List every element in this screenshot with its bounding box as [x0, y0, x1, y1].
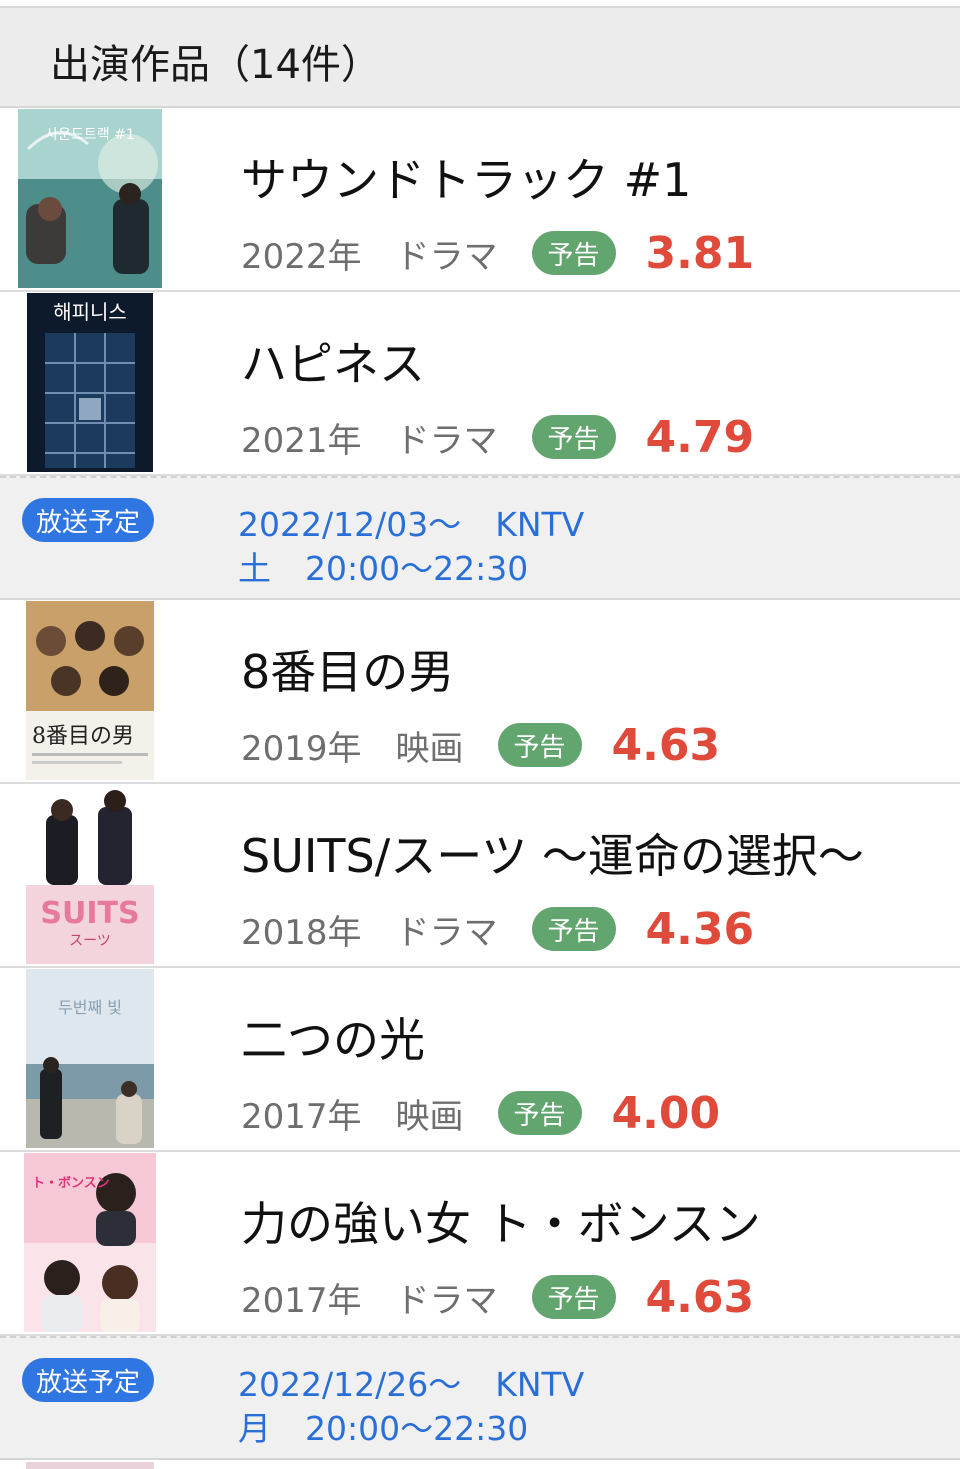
- broadcast-date-channel[interactable]: 2022/12/03〜 KNTV: [238, 498, 584, 546]
- work-rating: 4.63: [611, 719, 721, 771]
- work-title[interactable]: 力の強い女 ト・ボンスン: [241, 1188, 761, 1254]
- poster-8th-man[interactable]: 8番目の男: [26, 601, 154, 780]
- work-meta: 2017年 映画 予告 4.00: [241, 1087, 721, 1139]
- broadcast-day: 土: [238, 549, 271, 588]
- work-row-two-lights[interactable]: 두번째 빛 二つの光 2017年 映画 予告 4.00: [0, 968, 960, 1152]
- work-row-suits[interactable]: SUITS スーツ SUITS/スーツ ～運命の選択～ 2018年 ドラマ 予告…: [0, 784, 960, 968]
- poster-text: 두번째 빛: [58, 998, 122, 1017]
- section-header: 出演作品（14件）: [0, 8, 960, 108]
- work-meta: 2018年 ドラマ 予告 4.36: [241, 903, 755, 955]
- broadcast-badge: 放送予定: [22, 498, 155, 542]
- poster-text: 8番目の男: [32, 724, 134, 749]
- poster-happiness[interactable]: 해피니스: [27, 293, 153, 472]
- work-rating: 4.63: [645, 1271, 755, 1323]
- work-row-bong-soon[interactable]: ト・ボンスン 力の強い女 ト・ボンスン 2017年 ドラマ 予告 4.63: [0, 1152, 960, 1336]
- poster-text: ト・ボンスン: [32, 1175, 110, 1191]
- poster-text: スーツ: [69, 933, 111, 949]
- top-strip: [0, 0, 960, 8]
- trailer-button[interactable]: 予告: [531, 231, 616, 275]
- work-row-8th-man[interactable]: 8番目の男 8番目の男 2019年 映画 予告 4.63: [0, 600, 960, 784]
- poster-two-lights[interactable]: 두번째 빛: [26, 969, 154, 1148]
- work-title[interactable]: 二つの光: [241, 1004, 425, 1070]
- work-rating: 4.00: [611, 1087, 721, 1139]
- broadcast-schedule[interactable]: 土 20:00〜22:30: [238, 542, 528, 590]
- broadcast-time: 20:00〜22:30: [305, 1409, 529, 1448]
- work-genre: ドラマ: [395, 420, 498, 461]
- work-title[interactable]: SUITS/スーツ ～運命の選択～: [241, 820, 864, 886]
- work-year: 2017年: [241, 1280, 362, 1321]
- broadcast-badge: 放送予定: [22, 1358, 155, 1402]
- broadcast-day: 月: [238, 1409, 271, 1448]
- broadcast-date-channel[interactable]: 2022/12/26〜 KNTV: [238, 1358, 584, 1406]
- poster-text: SUITS: [40, 896, 139, 931]
- work-rating: 3.81: [645, 227, 755, 279]
- work-year: 2018年: [241, 912, 362, 953]
- work-row-happiness[interactable]: 해피니스 ハピネス 2021年 ドラマ 予告 4.79: [0, 292, 960, 476]
- trailer-button[interactable]: 予告: [497, 723, 582, 767]
- broadcast-info: 放送予定 2022/12/03〜 KNTV 土 20:00〜22:30: [0, 476, 960, 600]
- poster-text: 해피니스: [53, 300, 127, 324]
- poster-bong-soon[interactable]: ト・ボンスン: [24, 1153, 156, 1332]
- broadcast-start: 2022/12/26〜: [238, 1365, 462, 1404]
- work-year: 2017年: [241, 1096, 362, 1137]
- work-genre: 映画: [395, 728, 464, 769]
- work-rating: 4.36: [645, 903, 755, 955]
- work-genre: ドラマ: [395, 1280, 498, 1321]
- broadcast-channel: KNTV: [495, 1365, 585, 1404]
- work-genre: ドラマ: [395, 912, 498, 953]
- work-meta: 2021年 ドラマ 予告 4.79: [241, 411, 755, 463]
- work-meta: 2022年 ドラマ 予告 3.81: [241, 227, 755, 279]
- poster-text: 사운드트랙 #1: [45, 127, 135, 143]
- trailer-button[interactable]: 予告: [531, 907, 616, 951]
- work-meta: 2019年 映画 予告 4.63: [241, 719, 721, 771]
- broadcast-start: 2022/12/03〜: [238, 505, 462, 544]
- work-year: 2021年: [241, 420, 362, 461]
- work-year: 2022年: [241, 236, 362, 277]
- work-title[interactable]: サウンドトラック #1: [241, 144, 691, 210]
- work-rating: 4.79: [645, 411, 755, 463]
- work-title[interactable]: 8番目の男: [241, 636, 454, 702]
- work-genre: ドラマ: [395, 236, 498, 277]
- work-year: 2019年: [241, 728, 362, 769]
- poster-next-partial: [26, 1462, 154, 1469]
- work-title[interactable]: ハピネス: [241, 328, 425, 394]
- section-title: 出演作品（14件）: [50, 42, 381, 88]
- work-meta: 2017年 ドラマ 予告 4.63: [241, 1271, 755, 1323]
- broadcast-channel: KNTV: [495, 505, 585, 544]
- work-row-soundtrack[interactable]: 사운드트랙 #1 サウンドトラック #1 2022年 ドラマ 予告 3.81: [0, 108, 960, 292]
- trailer-button[interactable]: 予告: [531, 415, 616, 459]
- trailer-button[interactable]: 予告: [497, 1091, 582, 1135]
- trailer-button[interactable]: 予告: [531, 1275, 616, 1319]
- poster-soundtrack[interactable]: 사운드트랙 #1: [18, 109, 162, 288]
- work-genre: 映画: [395, 1096, 464, 1137]
- broadcast-schedule[interactable]: 月 20:00〜22:30: [238, 1402, 528, 1450]
- broadcast-info: 放送予定 2022/12/26〜 KNTV 月 20:00〜22:30: [0, 1336, 960, 1460]
- poster-suits[interactable]: SUITS スーツ: [26, 785, 154, 964]
- broadcast-time: 20:00〜22:30: [305, 549, 529, 588]
